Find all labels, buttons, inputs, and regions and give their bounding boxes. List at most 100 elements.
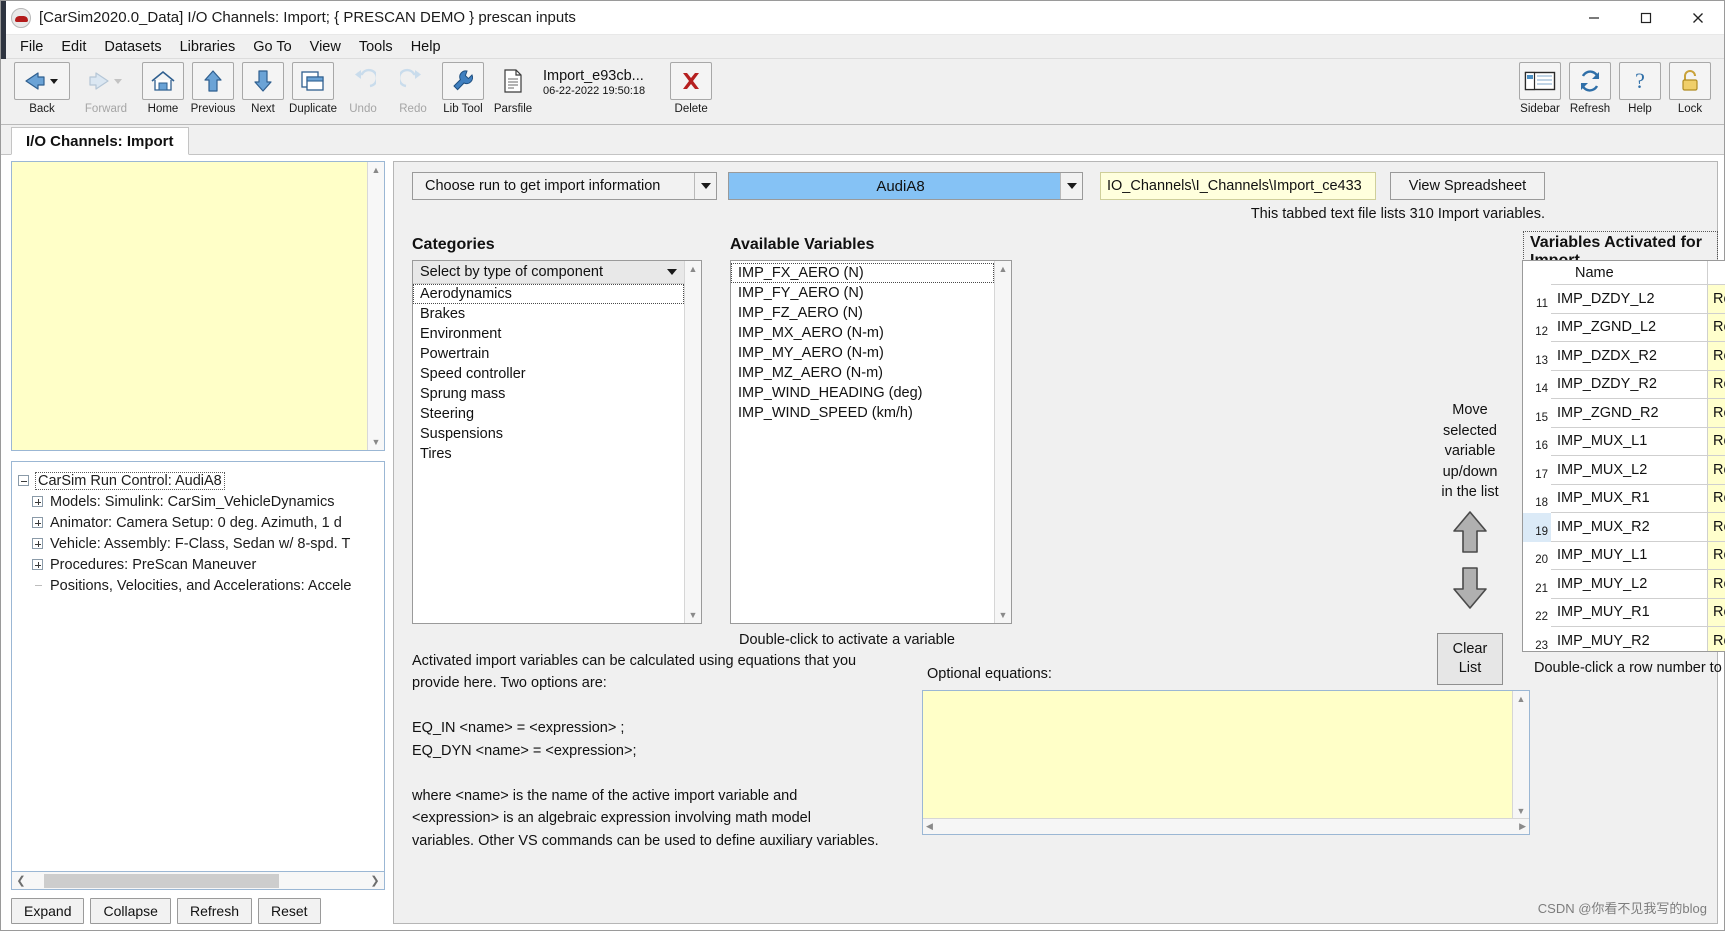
chevron-down-icon[interactable]: [694, 173, 716, 199]
available-item-fy-aero[interactable]: IMP_FY_AERO (N): [731, 283, 994, 303]
equations-hscrollbar[interactable]: ◀ ▶: [923, 818, 1529, 834]
notes-scrollbar[interactable]: ▲ ▼: [367, 162, 384, 450]
category-item-environment[interactable]: Environment: [413, 324, 684, 344]
row-number[interactable]: 15: [1523, 399, 1551, 428]
scroll-right-icon[interactable]: ❯: [366, 874, 384, 887]
menu-file[interactable]: File: [11, 37, 52, 57]
available-item-mz-aero[interactable]: IMP_MZ_AERO (N-m): [731, 363, 994, 383]
view-spreadsheet-button[interactable]: View Spreadsheet: [1390, 172, 1545, 200]
row-name[interactable]: IMP_MUY_L1: [1551, 541, 1707, 570]
categories-header[interactable]: Select by type of component: [413, 261, 684, 284]
tab-io-channels-import[interactable]: I/O Channels: Import: [11, 127, 189, 155]
home-button[interactable]: Home: [139, 62, 187, 122]
row-name[interactable]: IMP_MUX_R1: [1551, 484, 1707, 513]
row-name[interactable]: IMP_MUX_L2: [1551, 456, 1707, 485]
category-item-sprung-mass[interactable]: Sprung mass: [413, 384, 684, 404]
hscroll-track[interactable]: [30, 873, 366, 889]
delete-button[interactable]: Delete: [667, 62, 715, 122]
available-listbox[interactable]: IMP_FX_AERO (N) IMP_FY_AERO (N) IMP_FZ_A…: [730, 260, 1012, 624]
hscroll-thumb[interactable]: [44, 873, 279, 888]
minimize-button[interactable]: [1568, 1, 1620, 35]
move-down-arrow-icon[interactable]: [1450, 565, 1490, 611]
clear-list-button[interactable]: Clear List: [1437, 632, 1503, 685]
scroll-left-icon[interactable]: ❮: [12, 874, 30, 887]
row-number[interactable]: 16: [1523, 427, 1551, 456]
tree-item-models[interactable]: Models: Simulink: CarSim_VehicleDynamics: [18, 491, 384, 512]
row-name[interactable]: IMP_DZDY_R2: [1551, 370, 1707, 399]
row-name[interactable]: IMP_MUY_L2: [1551, 570, 1707, 599]
maximize-button[interactable]: [1620, 1, 1672, 35]
available-item-my-aero[interactable]: IMP_MY_AERO (N-m): [731, 343, 994, 363]
tree-hscrollbar[interactable]: ❮ ❯: [11, 872, 385, 890]
table-row[interactable]: 20 IMP_MUY_L1 Replace 0.0: [1523, 541, 1725, 570]
activated-table[interactable]: Name Mode Initial Value 11 IMP_DZDY_L2 R…: [1522, 260, 1725, 652]
available-item-mx-aero[interactable]: IMP_MX_AERO (N-m): [731, 323, 994, 343]
table-row[interactable]: 16 IMP_MUX_L1 Replace 0.0: [1523, 427, 1725, 456]
row-mode[interactable]: Replace: [1707, 513, 1725, 542]
scroll-down-icon[interactable]: ▼: [1513, 803, 1529, 818]
category-item-brakes[interactable]: Brakes: [413, 304, 684, 324]
sidebar-button[interactable]: Sidebar: [1516, 62, 1564, 122]
table-row[interactable]: 15 IMP_ZGND_R2 Replace 0.0: [1523, 399, 1725, 428]
chevron-down-icon[interactable]: [1060, 173, 1082, 199]
row-number[interactable]: 17: [1523, 456, 1551, 485]
scroll-down-icon[interactable]: ▼: [995, 607, 1011, 623]
table-row[interactable]: 17 IMP_MUX_L2 Replace 0.0: [1523, 456, 1725, 485]
row-name[interactable]: IMP_DZDY_L2: [1551, 285, 1707, 314]
table-row[interactable]: 14 IMP_DZDY_R2 Replace 0.0: [1523, 370, 1725, 399]
parsfile-button[interactable]: Parsfile: [489, 62, 537, 122]
equations-vscrollbar[interactable]: ▲ ▼: [1512, 691, 1529, 818]
menu-view[interactable]: View: [301, 37, 350, 57]
row-number[interactable]: 21: [1523, 570, 1551, 599]
menu-datasets[interactable]: Datasets: [95, 37, 170, 57]
close-button[interactable]: [1672, 1, 1724, 35]
notes-field[interactable]: ▲ ▼: [11, 161, 385, 451]
row-number[interactable]: 11: [1523, 285, 1551, 314]
table-row[interactable]: 18 IMP_MUX_R1 Replace 0.0: [1523, 484, 1725, 513]
scroll-up-icon[interactable]: ▲: [1513, 691, 1529, 706]
scroll-down-icon[interactable]: ▼: [685, 607, 701, 623]
row-mode[interactable]: Replace: [1707, 427, 1725, 456]
lock-button[interactable]: Lock: [1666, 62, 1714, 122]
next-button[interactable]: Next: [239, 62, 287, 122]
row-mode[interactable]: Replace: [1707, 598, 1725, 627]
expand-plus-icon[interactable]: [32, 559, 43, 570]
row-name[interactable]: IMP_MUY_R2: [1551, 627, 1707, 651]
menu-goto[interactable]: Go To: [244, 37, 300, 57]
run-select-combo[interactable]: Choose run to get import information: [412, 172, 717, 200]
scroll-right-icon[interactable]: ▶: [1519, 821, 1526, 832]
category-item-powertrain[interactable]: Powertrain: [413, 344, 684, 364]
category-item-tires[interactable]: Tires: [413, 444, 684, 464]
help-button[interactable]: ? Help: [1616, 62, 1664, 122]
row-mode[interactable]: Replace: [1707, 313, 1725, 342]
row-number[interactable]: 18: [1523, 484, 1551, 513]
scroll-up-icon[interactable]: ▲: [685, 261, 701, 277]
forward-button[interactable]: Forward: [75, 62, 137, 122]
available-item-wind-speed[interactable]: IMP_WIND_SPEED (km/h): [731, 403, 994, 423]
available-item-wind-heading[interactable]: IMP_WIND_HEADING (deg): [731, 383, 994, 403]
row-mode[interactable]: Replace: [1707, 541, 1725, 570]
expand-plus-icon[interactable]: [32, 517, 43, 528]
undo-button[interactable]: Undo: [339, 62, 387, 122]
scroll-up-icon[interactable]: ▲: [995, 261, 1011, 277]
row-name[interactable]: IMP_ZGND_L2: [1551, 313, 1707, 342]
row-number[interactable]: 19: [1523, 513, 1551, 542]
row-name[interactable]: IMP_MUX_R2: [1551, 513, 1707, 542]
category-item-steering[interactable]: Steering: [413, 404, 684, 424]
row-name[interactable]: IMP_MUY_R1: [1551, 598, 1707, 627]
available-scrollbar[interactable]: ▲ ▼: [994, 261, 1011, 623]
scroll-down-icon[interactable]: ▼: [368, 434, 384, 450]
row-number[interactable]: 13: [1523, 342, 1551, 371]
path-field[interactable]: IO_Channels\I_Channels\Import_ce433: [1100, 172, 1376, 200]
menu-help[interactable]: Help: [402, 37, 450, 57]
menu-tools[interactable]: Tools: [350, 37, 402, 57]
menu-libraries[interactable]: Libraries: [171, 37, 245, 57]
row-mode[interactable]: Replace: [1707, 456, 1725, 485]
redo-button[interactable]: Redo: [389, 62, 437, 122]
row-number[interactable]: 12: [1523, 313, 1551, 342]
duplicate-button[interactable]: Duplicate: [289, 62, 337, 122]
row-number[interactable]: 22: [1523, 598, 1551, 627]
chevron-down-icon[interactable]: [667, 269, 677, 275]
available-item-fx-aero[interactable]: IMP_FX_AERO (N): [731, 263, 994, 283]
dataset-combo[interactable]: AudiA8: [728, 172, 1083, 200]
